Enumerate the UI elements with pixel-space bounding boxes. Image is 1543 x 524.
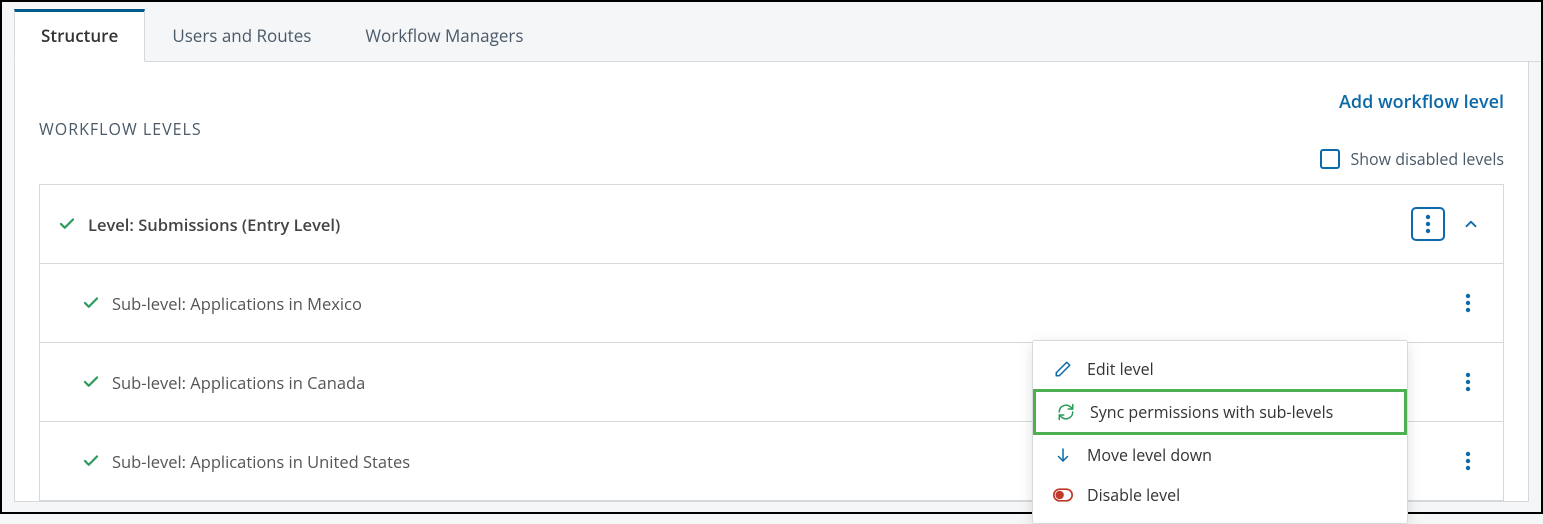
show-disabled-label: Show disabled levels [1350,148,1504,170]
show-disabled-row: Show disabled levels [39,148,1504,170]
level-label: Sub-level: Applications in United States [112,450,410,473]
check-icon [58,215,76,233]
level-label: Sub-level: Applications in Canada [112,371,365,394]
menu-item-label: Disable level [1087,484,1180,506]
check-icon [82,452,100,470]
check-icon [82,373,100,391]
content-panel: WORKFLOW LEVELS Add workflow level Show … [14,62,1529,502]
tab-users-routes[interactable]: Users and Routes [145,9,338,62]
collapse-chevron-icon[interactable] [1457,210,1485,238]
row-actions [1451,365,1485,399]
pencil-icon [1053,360,1073,378]
menu-item-label: Sync permissions with sub-levels [1090,401,1333,423]
kebab-menu-button[interactable] [1451,365,1485,399]
row-actions [1451,444,1485,478]
tab-structure-label: Structure [41,24,118,47]
menu-item-move-down[interactable]: Move level down [1033,435,1407,475]
level-label: Level: Submissions (Entry Level) [88,213,340,236]
level-actions-dropdown: Edit level Sync permissions with sub-lev… [1032,340,1408,524]
tabs-bar: Structure Users and Routes Workflow Mana… [14,8,1541,62]
arrow-down-icon [1053,446,1073,464]
menu-item-edit-level[interactable]: Edit level [1033,349,1407,389]
show-disabled-checkbox[interactable] [1320,149,1340,169]
kebab-menu-button[interactable] [1411,207,1445,241]
sync-icon [1056,403,1076,421]
row-actions [1411,207,1485,241]
menu-item-label: Edit level [1087,358,1154,380]
level-label: Sub-level: Applications in Mexico [112,292,362,315]
kebab-menu-button[interactable] [1451,444,1485,478]
tab-structure[interactable]: Structure [14,9,145,62]
header-row: WORKFLOW LEVELS Add workflow level [39,90,1504,140]
menu-item-disable-level[interactable]: Disable level [1033,475,1407,515]
tab-workflow-managers[interactable]: Workflow Managers [338,9,550,62]
level-row-sub: Sub-level: Applications in Mexico [40,264,1503,343]
menu-item-sync-permissions[interactable]: Sync permissions with sub-levels [1033,389,1407,435]
check-icon [82,294,100,312]
level-row-main: Level: Submissions (Entry Level) [40,185,1503,264]
toggle-off-icon [1053,488,1073,502]
row-actions [1451,286,1485,320]
tab-workflow-managers-label: Workflow Managers [365,24,523,47]
kebab-menu-button[interactable] [1451,286,1485,320]
add-workflow-level-link[interactable]: Add workflow level [1339,90,1504,114]
page: Structure Users and Routes Workflow Mana… [2,8,1541,502]
tab-users-routes-label: Users and Routes [172,24,311,47]
section-title: WORKFLOW LEVELS [39,118,202,140]
menu-item-label: Move level down [1087,444,1212,466]
